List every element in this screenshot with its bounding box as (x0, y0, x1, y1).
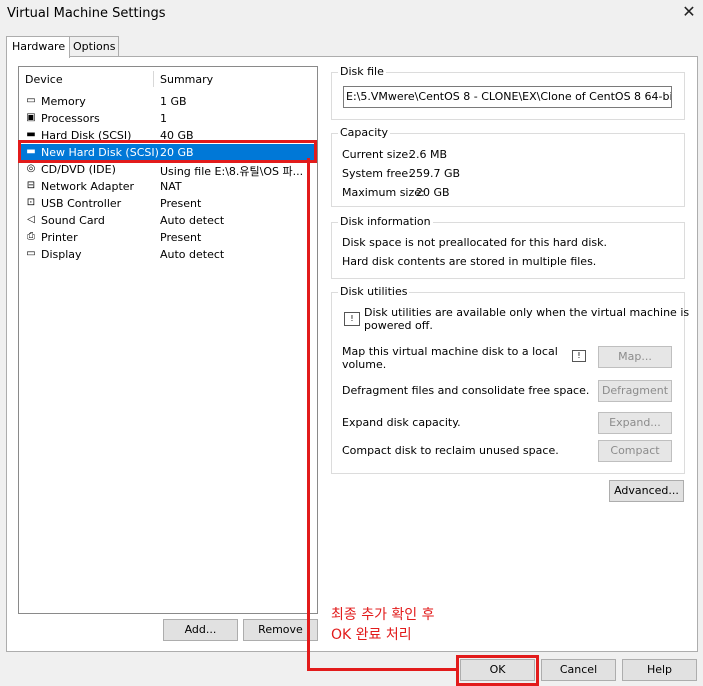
tab-options[interactable]: Options (67, 36, 119, 57)
device-row-memory[interactable]: ▭ Memory 1 GB (19, 93, 317, 110)
speaker-icon: ◁ (27, 214, 35, 225)
device-name: Display (41, 248, 82, 261)
maximum-size-label: Maximum size: (342, 186, 425, 199)
system-free-label: System free: (342, 167, 412, 180)
device-summary: Present (160, 231, 202, 244)
printer-icon: ⎙ (27, 231, 35, 242)
disk-info-line-1: Disk space is not preallocated for this … (342, 236, 607, 249)
system-free-value: 259.7 GB (409, 167, 461, 180)
display-icon: ▭ (26, 248, 36, 259)
map-text-line-1: Map this virtual machine disk to a local (342, 345, 558, 358)
defragment-button[interactable]: Defragment (598, 380, 672, 402)
map-text-line-2: volume. (342, 358, 387, 371)
device-name: CD/DVD (IDE) (41, 163, 116, 176)
column-device[interactable]: Device (25, 73, 63, 86)
network-icon: ⊟ (26, 180, 36, 191)
device-row-usb-controller[interactable]: ⊡ USB Controller Present (19, 195, 317, 212)
cancel-button[interactable]: Cancel (541, 659, 616, 681)
advanced-button[interactable]: Advanced... (609, 480, 684, 502)
add-device-button[interactable]: Add... (163, 619, 238, 641)
annotation-connector-vertical (307, 158, 310, 670)
device-row-printer[interactable]: ⎙ Printer Present (19, 229, 317, 246)
map-button[interactable]: Map... (598, 346, 672, 368)
close-icon[interactable]: ✕ (680, 3, 698, 21)
info-icon: ! (344, 312, 360, 326)
compact-text: Compact disk to reclaim unused space. (342, 444, 559, 457)
current-size-value: 2.6 MB (409, 148, 448, 161)
defragment-text: Defragment files and consolidate free sp… (342, 384, 590, 397)
maximum-size-value: 20 GB (416, 186, 450, 199)
device-name: Memory (41, 95, 86, 108)
device-name: Processors (41, 112, 100, 125)
window-title: Virtual Machine Settings (7, 6, 166, 21)
expand-text: Expand disk capacity. (342, 416, 461, 429)
device-list-header: Device Summary (19, 67, 317, 89)
device-name: USB Controller (41, 197, 122, 210)
compact-button[interactable]: Compact (598, 440, 672, 462)
device-name: Sound Card (41, 214, 105, 227)
tab-hardware[interactable]: Hardware (6, 36, 70, 58)
help-button[interactable]: Help (622, 659, 697, 681)
device-row-sound-card[interactable]: ◁ Sound Card Auto detect (19, 212, 317, 229)
utilities-notice-line-1: Disk utilities are available only when t… (364, 306, 690, 319)
capacity-title: Capacity (338, 126, 391, 139)
disk-utilities-title: Disk utilities (338, 285, 410, 298)
disk-information-title: Disk information (338, 215, 433, 228)
device-summary: Present (160, 197, 202, 210)
device-summary: Auto detect (160, 214, 225, 227)
highlight-new-hard-disk (18, 140, 317, 163)
disk-file-title: Disk file (338, 65, 386, 78)
device-summary: Using file E:\8.유틸\OS 파... (160, 165, 304, 178)
expand-button[interactable]: Expand... (598, 412, 672, 434)
utilities-notice-line-2: powered off. (364, 319, 433, 332)
usb-icon: ⊡ (26, 197, 36, 208)
annotation-line-1: 최종 추가 확인 후 (331, 607, 435, 623)
device-row-cd-dvd[interactable]: ◎ CD/DVD (IDE) Using file E:\8.유틸\OS 파..… (19, 161, 317, 178)
device-summary: NAT (160, 180, 182, 193)
disk-info-line-2: Hard disk contents are stored in multipl… (342, 255, 597, 268)
processor-icon: ▣ (26, 112, 36, 123)
disk-utilities-group: Disk utilities ! Disk utilities are avai… (331, 285, 689, 474)
disk-file-path-field[interactable]: E:\5.VMwere\CentOS 8 - CLONE\EX\Clone of… (343, 86, 672, 108)
current-size-label: Current size: (342, 148, 412, 161)
device-summary: Auto detect (160, 248, 225, 261)
highlight-ok-button (456, 655, 539, 686)
memory-icon: ▭ (26, 95, 36, 106)
device-row-processors[interactable]: ▣ Processors 1 (19, 110, 317, 127)
cd-dvd-icon: ◎ (26, 163, 36, 174)
column-summary[interactable]: Summary (160, 73, 213, 86)
device-name: Network Adapter (41, 180, 135, 193)
annotation-connector-horizontal (307, 668, 457, 671)
disk-file-group: Disk file E:\5.VMwere\CentOS 8 - CLONE\E… (331, 65, 685, 120)
device-summary: 1 GB (160, 95, 187, 108)
device-row-display[interactable]: ▭ Display Auto detect (19, 246, 317, 263)
map-info-icon: ! (572, 350, 586, 362)
annotation-line-2: OK 완료 처리 (331, 627, 412, 643)
disk-information-group: Disk information Disk space is not preal… (331, 215, 685, 279)
device-name: Printer (41, 231, 78, 244)
device-summary: 1 (160, 112, 167, 125)
device-row-network-adapter[interactable]: ⊟ Network Adapter NAT (19, 178, 317, 195)
capacity-group: Capacity Current size: 2.6 MB System fre… (331, 126, 685, 207)
